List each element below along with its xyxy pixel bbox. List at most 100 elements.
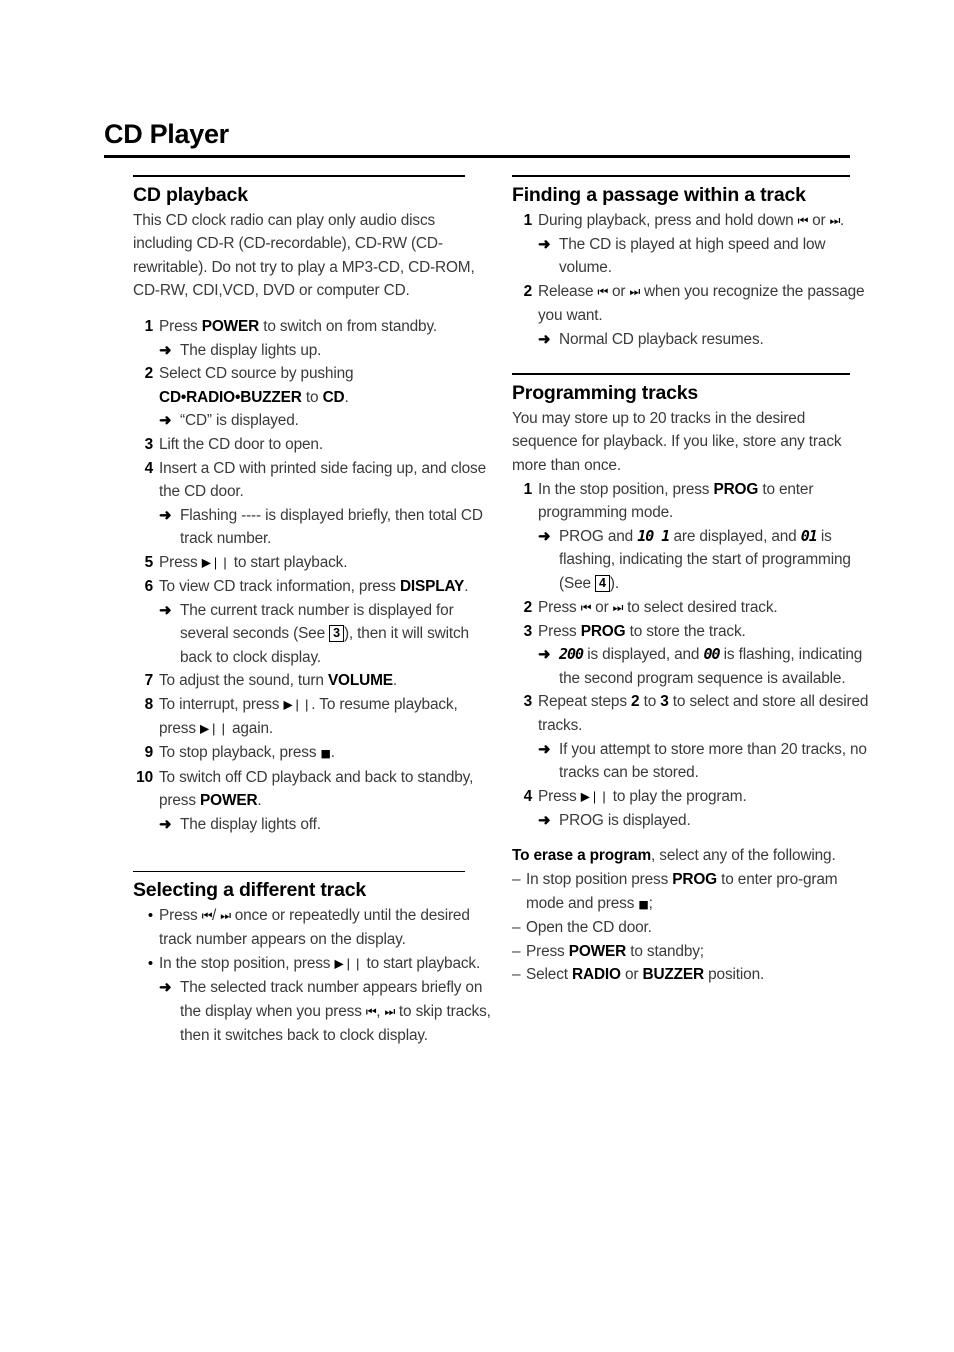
step-result: ➜ The display lights off. <box>133 813 495 837</box>
erase-item: – Press POWER to standby; <box>512 940 874 964</box>
result-text: The current track number is displayed fo… <box>180 601 469 666</box>
result-text: The selected track number appears briefl… <box>180 978 491 1044</box>
section-heading: Programming tracks <box>512 381 699 404</box>
section-selecting-different-track: Selecting a different track • Press ⏮/ ⏭… <box>133 870 495 1048</box>
step-number: 1 <box>144 317 154 335</box>
step-text: To switch off CD playback and back to st… <box>159 768 474 810</box>
step-item: 5 Press ▶❘❘ to start playback. <box>133 551 495 575</box>
step-number: 5 <box>144 553 154 571</box>
erase-item: – Open the CD door. <box>512 916 874 940</box>
right-column: Finding a passage within a track 1 Durin… <box>512 175 874 987</box>
bullet-item: • In the stop position, press ▶❘❘ to sta… <box>133 952 495 976</box>
arrow-icon: ➜ <box>538 740 551 758</box>
step-text: In the stop position, press PROG to ente… <box>538 480 814 522</box>
section-divider <box>133 175 465 177</box>
reference-box: 3 <box>329 625 344 643</box>
step-result: ➜ Flashing ---- is displayed briefly, th… <box>133 504 495 551</box>
step-number: 3 <box>523 693 533 711</box>
step-item: 3 Press PROG to store the track. <box>512 620 874 644</box>
play-pause-icon: ▶❘❘ <box>200 721 228 736</box>
next-track-icon: ⏭ <box>629 284 641 299</box>
arrow-icon: ➜ <box>159 341 172 359</box>
step-number: 8 <box>144 695 154 713</box>
step-number: 2 <box>523 282 533 300</box>
section-intro: This CD clock radio can play only audio … <box>133 211 475 300</box>
previous-track-icon: ⏮ <box>201 908 213 923</box>
stop-icon: ■ <box>638 897 649 911</box>
bullet-icon: • <box>147 954 153 972</box>
section-divider <box>133 870 465 873</box>
lcd-display-value: 200 <box>559 645 584 664</box>
step-text: To view CD track information, press DISP… <box>159 578 469 595</box>
step-text: Lift the CD door to open. <box>159 435 323 453</box>
step-text: To interrupt, press ▶❘❘. To resume playb… <box>159 695 458 738</box>
arrow-icon: ➜ <box>538 646 551 664</box>
step-number: 2 <box>523 598 533 616</box>
bullet-result: ➜ The selected track number appears brie… <box>133 976 495 1047</box>
step-number: 3 <box>523 622 533 640</box>
result-text: “CD” is displayed. <box>180 412 299 430</box>
section-divider <box>512 175 850 177</box>
step-item: 4 Insert a CD with printed side facing u… <box>133 457 495 504</box>
step-result: ➜ PROG and 10 1 are displayed, and 01 is… <box>512 525 874 596</box>
lcd-display-value: 01 <box>800 526 818 545</box>
next-track-icon: ⏭ <box>829 213 841 228</box>
step-text: Press ▶❘❘ to start playback. <box>159 553 348 571</box>
step-number: 7 <box>144 672 154 690</box>
section-intro: You may store up to 20 tracks in the des… <box>512 409 842 474</box>
step-text: To stop playback, press ■. <box>159 744 335 762</box>
erase-item: – In stop position press PROG to enter p… <box>512 868 874 916</box>
bullet-item: • Press ⏮/ ⏭ once or repeatedly until th… <box>133 904 495 952</box>
step-item: 1 In the stop position, press PROG to en… <box>512 478 874 525</box>
arrow-icon: ➜ <box>538 330 551 348</box>
lcd-display-value: 10 1 <box>637 526 670 545</box>
arrow-icon: ➜ <box>159 601 172 619</box>
previous-track-icon: ⏮ <box>580 600 592 614</box>
step-text: Insert a CD with printed side facing up,… <box>159 459 486 501</box>
step-number: 4 <box>144 459 154 477</box>
lcd-display-value: 00 <box>703 645 720 664</box>
section-finding-passage: Finding a passage within a track 1 Durin… <box>512 175 874 351</box>
previous-track-icon: ⏮ <box>365 1004 377 1018</box>
section-cd-playback: CD playback This CD clock radio can play… <box>133 175 495 837</box>
step-result: ➜ The CD is played at high speed and low… <box>512 233 874 280</box>
bullet-text: In the stop position, press ▶❘❘ to start… <box>159 954 481 972</box>
erase-item-text: Open the CD door. <box>526 919 652 937</box>
next-track-icon: ⏭ <box>220 908 231 923</box>
dash-icon: – <box>512 871 521 889</box>
step-result: ➜ If you attempt to store more than 20 t… <box>512 738 874 785</box>
left-column: CD playback This CD clock radio can play… <box>133 175 495 1047</box>
document-page: CD Player CD playback This CD clock radi… <box>0 0 954 1352</box>
stop-icon: ■ <box>320 747 331 761</box>
step-number: 2 <box>144 365 154 383</box>
play-pause-icon: ▶❘❘ <box>283 697 312 712</box>
arrow-icon: ➜ <box>159 506 172 524</box>
arrow-icon: ➜ <box>538 527 551 545</box>
erase-program-lead: To erase a program, select any of the fo… <box>512 847 836 865</box>
previous-track-icon: ⏮ <box>797 213 809 228</box>
step-number: 6 <box>144 578 154 595</box>
arrow-icon: ➜ <box>538 235 551 253</box>
step-number: 1 <box>523 211 533 229</box>
result-text: The CD is played at high speed and low v… <box>559 235 826 277</box>
step-result: ➜ The display lights up. <box>133 339 495 363</box>
arrow-icon: ➜ <box>159 978 172 996</box>
bullet-icon: • <box>147 907 153 925</box>
arrow-icon: ➜ <box>159 815 172 833</box>
play-pause-icon: ▶❘❘ <box>201 555 230 570</box>
step-text: Press ▶❘❘ to play the program. <box>538 787 747 805</box>
step-number: 10 <box>136 768 153 786</box>
section-heading: Selecting a different track <box>133 879 367 902</box>
section-divider <box>512 373 850 375</box>
step-text: Press PROG to store the track. <box>538 622 746 640</box>
step-text: During playback, press and hold down ⏮ o… <box>538 211 845 229</box>
title-divider <box>104 155 850 158</box>
step-item: 3 Repeat steps 2 to 3 to select and stor… <box>512 690 874 737</box>
step-item: 3 Lift the CD door to open. <box>133 433 495 457</box>
section-heading: CD playback <box>133 183 248 206</box>
step-item: 8 To interrupt, press ▶❘❘. To resume pla… <box>133 693 495 741</box>
arrow-icon: ➜ <box>159 412 172 430</box>
play-pause-icon: ▶❘❘ <box>334 956 363 971</box>
reference-box: 4 <box>595 574 610 592</box>
erase-item: – Select RADIO or BUZZER position. <box>512 963 874 987</box>
